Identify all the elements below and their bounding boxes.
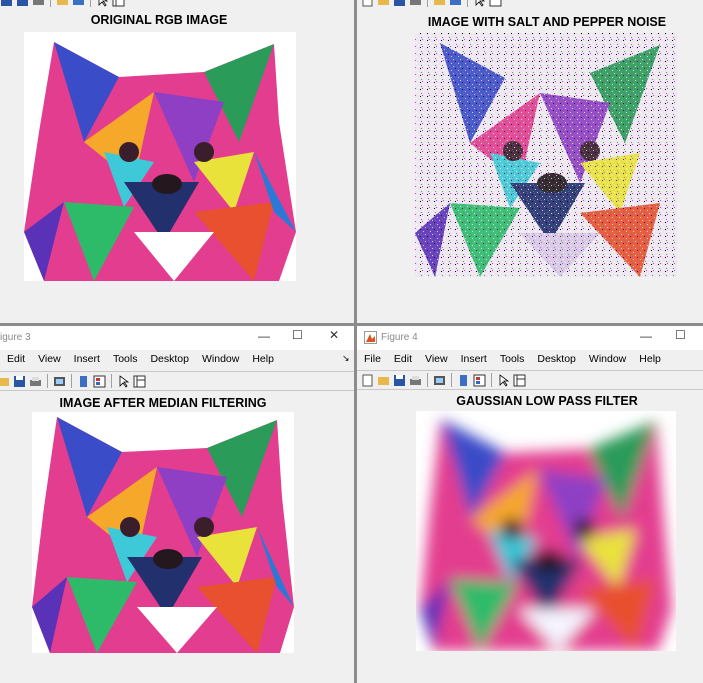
matlab-logo-icon (364, 331, 377, 347)
window-title: igure 3 (0, 332, 31, 343)
open-folder-icon[interactable] (0, 375, 10, 388)
original-image (24, 32, 296, 281)
menu-edit[interactable]: Edit (394, 353, 412, 365)
figure-4-window: Figure 4 — ☐ File Edit View Insert Tools… (357, 326, 703, 683)
colorbar-icon[interactable] (77, 375, 90, 388)
figure-2-window: IMAGE WITH SALT AND PEPPER NOISE (357, 0, 703, 323)
figure-2-toolbar (361, 0, 502, 8)
figure-3-window: igure 3 — ☐ ✕ Edit View Insert Tools Des… (0, 326, 354, 683)
maximize-button[interactable]: ☐ (675, 328, 686, 342)
pointer-icon[interactable] (473, 0, 486, 7)
toolbar-bottom-divider (0, 390, 354, 391)
window-border-vertical (354, 0, 357, 683)
menu-view[interactable]: View (38, 353, 61, 365)
print-icon[interactable] (29, 375, 42, 388)
property-editor-icon[interactable] (513, 374, 526, 387)
median-filtered-image (32, 412, 294, 653)
print-icon[interactable] (409, 374, 422, 387)
property-editor-icon[interactable] (489, 0, 502, 7)
print-preview-icon[interactable] (433, 374, 446, 387)
menu-view[interactable]: View (425, 353, 448, 365)
plot-title: IMAGE AFTER MEDIAN FILTERING (59, 396, 267, 410)
save-icon[interactable] (0, 0, 13, 7)
maximize-button[interactable]: ☐ (292, 328, 303, 342)
window-title: Figure 4 (381, 332, 418, 343)
figure-3-titlebar: igure 3 — ☐ ✕ (0, 326, 354, 350)
gaussian-filtered-image (416, 411, 676, 651)
toolbar-divider (0, 371, 354, 372)
new-file-icon[interactable] (361, 374, 374, 387)
print-icon[interactable] (32, 0, 45, 7)
open-folder-icon[interactable] (56, 0, 69, 7)
pointer-icon[interactable] (96, 0, 109, 7)
colorbar-icon[interactable] (433, 0, 446, 7)
save-icon[interactable] (393, 374, 406, 387)
open-folder-icon[interactable] (377, 0, 390, 7)
menu-desktop[interactable]: Desktop (150, 353, 189, 365)
plot-title: ORIGINAL RGB IMAGE (90, 13, 228, 27)
pointer-icon[interactable] (117, 374, 130, 388)
figure-1-toolbar (0, 0, 125, 8)
close-button[interactable]: ✕ (329, 328, 339, 342)
menu-edit[interactable]: Edit (7, 353, 25, 365)
figure-4-toolbar (361, 372, 526, 388)
menu-insert[interactable]: Insert (74, 353, 100, 365)
menu-insert[interactable]: Insert (461, 353, 487, 365)
toolbar-separator (50, 0, 51, 7)
figure-3-menubar: Edit View Insert Tools Desktop Window He… (7, 353, 287, 365)
menu-window[interactable]: Window (202, 353, 239, 365)
menu-file[interactable]: File (364, 353, 381, 365)
save-icon[interactable] (393, 0, 406, 7)
print-preview-icon[interactable] (72, 0, 85, 7)
menu-window[interactable]: Window (589, 353, 626, 365)
pointer-icon[interactable] (497, 373, 510, 387)
toolbar-separator (451, 373, 452, 387)
toolbar-separator (491, 373, 492, 387)
window-border-horizontal (0, 323, 703, 326)
figure-3-toolbar (0, 373, 146, 389)
menu-arrow-icon[interactable]: ↘ (342, 353, 350, 364)
toolbar-separator (111, 374, 112, 388)
new-file-icon[interactable] (361, 0, 374, 7)
toolbar-separator (427, 0, 428, 7)
toolbar-separator (467, 0, 468, 7)
menu-tools[interactable]: Tools (500, 353, 525, 365)
print-icon[interactable] (409, 0, 422, 7)
toolbar-separator (427, 373, 428, 387)
legend-icon[interactable] (473, 374, 486, 387)
toolbar-bottom-divider (357, 389, 703, 390)
legend-icon[interactable] (93, 375, 106, 388)
minimize-button[interactable]: — (258, 329, 270, 343)
legend-icon[interactable] (449, 0, 462, 7)
property-editor-icon[interactable] (133, 375, 146, 388)
menu-tools[interactable]: Tools (113, 353, 138, 365)
open-folder-icon[interactable] (377, 374, 390, 387)
toolbar-separator (90, 0, 91, 7)
figure-1-window: ORIGINAL RGB IMAGE (0, 0, 354, 323)
toolbar-separator (71, 374, 72, 388)
menu-help[interactable]: Help (252, 353, 274, 365)
noisy-image (415, 33, 677, 277)
toolbar-divider (357, 370, 703, 371)
minimize-button[interactable]: — (640, 329, 652, 343)
figure-4-titlebar: Figure 4 — ☐ (357, 326, 703, 350)
colorbar-icon[interactable] (457, 374, 470, 387)
plot-title: IMAGE WITH SALT AND PEPPER NOISE (427, 15, 667, 29)
property-editor-icon[interactable] (112, 0, 125, 7)
figure-4-menubar: File Edit View Insert Tools Desktop Wind… (364, 353, 674, 365)
toolbar-separator (47, 374, 48, 388)
save-icon[interactable] (16, 0, 29, 7)
menu-help[interactable]: Help (639, 353, 661, 365)
menu-desktop[interactable]: Desktop (537, 353, 576, 365)
save-icon[interactable] (13, 375, 26, 388)
plot-title: GAUSSIAN LOW PASS FILTER (456, 394, 638, 408)
print-preview-icon[interactable] (53, 375, 66, 388)
